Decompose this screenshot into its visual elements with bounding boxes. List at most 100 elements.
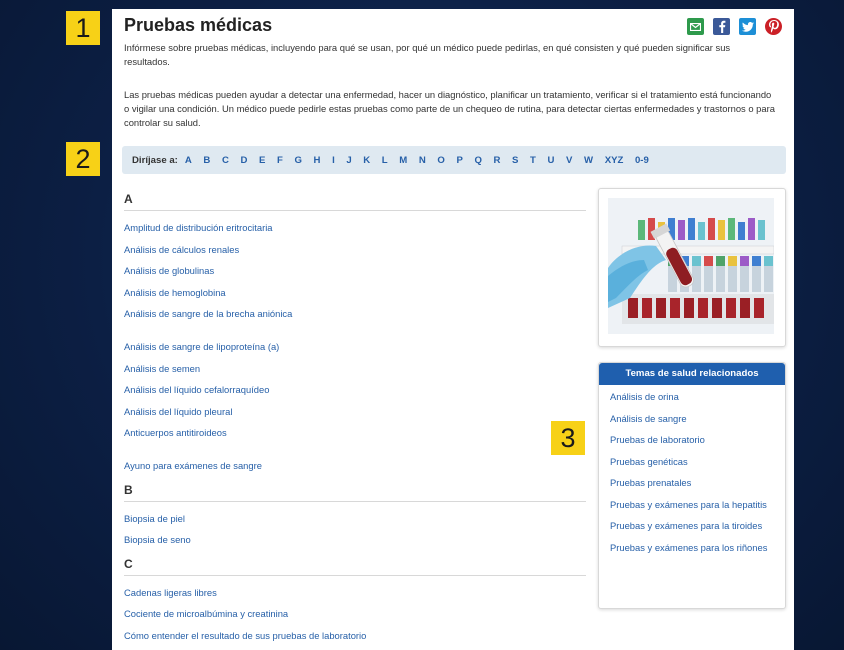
alphabet-letter-v[interactable]: V: [566, 155, 572, 166]
alphabet-letter-l[interactable]: L: [382, 155, 388, 166]
alphabet-letter-b[interactable]: B: [203, 155, 210, 166]
related-topic-link[interactable]: Pruebas y exámenes para los riñones: [610, 542, 767, 553]
test-index: A Amplitud de distribución eritrocitaria…: [124, 192, 586, 650]
list-item: Cómo entender el resultado de sus prueba…: [124, 625, 586, 647]
alphabet-letter-n[interactable]: N: [419, 155, 426, 166]
alphabet-letter-j[interactable]: J: [346, 155, 351, 166]
alphabet-letter-t[interactable]: T: [530, 155, 536, 166]
test-link[interactable]: Biopsia de piel: [124, 513, 185, 524]
list-item: Amplitud de distribución eritrocitaria: [124, 217, 586, 239]
section-heading: B: [124, 483, 586, 502]
test-link[interactable]: Análisis de hemoglobina: [124, 287, 226, 298]
list-item: Análisis de hemoglobina: [124, 282, 586, 304]
alphabet-letter-o[interactable]: O: [437, 155, 444, 166]
alphabet-letter-r[interactable]: R: [494, 155, 501, 166]
related-topic-link[interactable]: Pruebas de laboratorio: [610, 434, 705, 445]
test-link[interactable]: Amplitud de distribución eritrocitaria: [124, 222, 273, 233]
section-c: C Cadenas ligeras libres Cociente de mic…: [124, 557, 586, 647]
section-b: B Biopsia de piel Biopsia de seno: [124, 483, 586, 551]
list-item: Pruebas genéticas: [610, 456, 775, 468]
list-item: Análisis de semen: [124, 358, 586, 380]
section-heading: C: [124, 557, 586, 576]
section-heading: A: [124, 192, 586, 211]
alphabet-nav: Diríjase a: A B C D E F G H I J K L M N …: [122, 146, 786, 174]
test-list: Amplitud de distribución eritrocitaria A…: [124, 217, 586, 477]
list-item: Análisis de sangre: [610, 413, 775, 425]
alphabet-letter-d[interactable]: D: [240, 155, 247, 166]
list-item: Análisis de cálculos renales: [124, 239, 586, 261]
list-item: Biopsia de seno: [124, 529, 586, 551]
list-item: Pruebas de laboratorio: [610, 434, 775, 446]
intro-details: Las pruebas médicas pueden ayudar a dete…: [124, 89, 775, 128]
test-link[interactable]: Análisis de globulinas: [124, 265, 214, 276]
twitter-icon[interactable]: [739, 18, 756, 35]
facebook-icon[interactable]: [713, 18, 730, 35]
alphabet-letter-h[interactable]: H: [314, 155, 321, 166]
related-topic-link[interactable]: Pruebas genéticas: [610, 456, 688, 467]
list-item: Anticuerpos antitiroideos: [124, 422, 586, 444]
test-link[interactable]: Cociente de microalbúmina y creatinina: [124, 608, 288, 619]
related-topics-list: Análisis de orina Análisis de sangre Pru…: [599, 385, 785, 554]
list-item: Pruebas y exámenes para la tiroides: [610, 520, 775, 532]
test-link[interactable]: Análisis de sangre de lipoproteína (a): [124, 341, 279, 352]
test-list: Biopsia de piel Biopsia de seno: [124, 508, 586, 551]
related-topic-link[interactable]: Análisis de sangre: [610, 413, 687, 424]
pinterest-icon[interactable]: [765, 18, 782, 35]
test-link[interactable]: Análisis del líquido pleural: [124, 406, 232, 417]
test-link[interactable]: Análisis de cálculos renales: [124, 244, 239, 255]
test-link[interactable]: Cómo entender el resultado de sus prueba…: [124, 630, 366, 641]
alphabet-letter-p[interactable]: P: [456, 155, 462, 166]
related-topics-panel: Temas de salud relacionados Análisis de …: [598, 362, 786, 609]
alphabet-letter-e[interactable]: E: [259, 155, 265, 166]
alphabet-nav-label: Diríjase a:: [132, 154, 178, 166]
test-link[interactable]: Ayuno para exámenes de sangre: [124, 460, 262, 471]
alphabet-letter-s[interactable]: S: [512, 155, 518, 166]
list-item: Pruebas prenatales: [610, 477, 775, 489]
alphabet-letter-q[interactable]: Q: [474, 155, 481, 166]
related-topic-link[interactable]: Análisis de orina: [610, 391, 679, 402]
alphabet-letter-u[interactable]: U: [548, 155, 555, 166]
list-item: Ayuno para exámenes de sangre: [124, 455, 586, 477]
email-icon[interactable]: [687, 18, 704, 35]
alphabet-letter-f[interactable]: F: [277, 155, 283, 166]
related-topic-link[interactable]: Pruebas prenatales: [610, 477, 691, 488]
alphabet-letter-m[interactable]: M: [399, 155, 407, 166]
list-item: Pruebas y exámenes para la hepatitis: [610, 499, 775, 511]
alphabet-letter-0-9[interactable]: 0-9: [635, 155, 649, 166]
list-item: Análisis del líquido pleural: [124, 401, 586, 423]
section-a: A Amplitud de distribución eritrocitaria…: [124, 192, 586, 477]
callout-badge-1: 1: [66, 11, 100, 45]
test-link[interactable]: Análisis de sangre de la brecha aniónica: [124, 308, 292, 319]
related-topics-title: Temas de salud relacionados: [599, 363, 785, 385]
test-link[interactable]: Análisis de semen: [124, 363, 200, 374]
alphabet-letter-xyz[interactable]: XYZ: [605, 155, 624, 166]
alphabet-letter-c[interactable]: C: [222, 155, 229, 166]
alphabet-letter-a[interactable]: A: [185, 155, 192, 166]
list-item: Análisis de globulinas: [124, 260, 586, 282]
test-link[interactable]: Biopsia de seno: [124, 534, 191, 545]
alphabet-letter-g[interactable]: G: [294, 155, 301, 166]
test-link[interactable]: Anticuerpos antitiroideos: [124, 427, 227, 438]
list-item: Pruebas y exámenes para los riñones: [610, 542, 775, 554]
callout-badge-2: 2: [66, 142, 100, 176]
alphabet-letter-k[interactable]: K: [363, 155, 370, 166]
test-link[interactable]: Análisis del líquido cefalorraquídeo: [124, 384, 269, 395]
test-list: Cadenas ligeras libres Cociente de micro…: [124, 582, 586, 647]
callout-badge-3: 3: [551, 421, 585, 455]
test-link[interactable]: Cadenas ligeras libres: [124, 587, 217, 598]
list-item: Análisis de orina: [610, 391, 775, 403]
related-topic-link[interactable]: Pruebas y exámenes para la tiroides: [610, 520, 762, 531]
related-topic-link[interactable]: Pruebas y exámenes para la hepatitis: [610, 499, 767, 510]
alphabet-letter-i[interactable]: I: [332, 155, 335, 166]
list-item: Cociente de microalbúmina y creatinina: [124, 603, 586, 625]
list-item: Biopsia de piel: [124, 508, 586, 530]
share-bar: [687, 18, 782, 35]
intro-summary: Infórmese sobre pruebas médicas, incluye…: [124, 42, 731, 67]
list-item: Cadenas ligeras libres: [124, 582, 586, 604]
feature-image-card: [598, 188, 786, 347]
page-title: Pruebas médicas: [124, 15, 273, 35]
test-tubes-photo: [608, 198, 774, 334]
list-item: Análisis de sangre de la brecha aniónica: [124, 303, 586, 325]
list-item: Análisis del líquido cefalorraquídeo: [124, 379, 586, 401]
alphabet-letter-w[interactable]: W: [584, 155, 593, 166]
